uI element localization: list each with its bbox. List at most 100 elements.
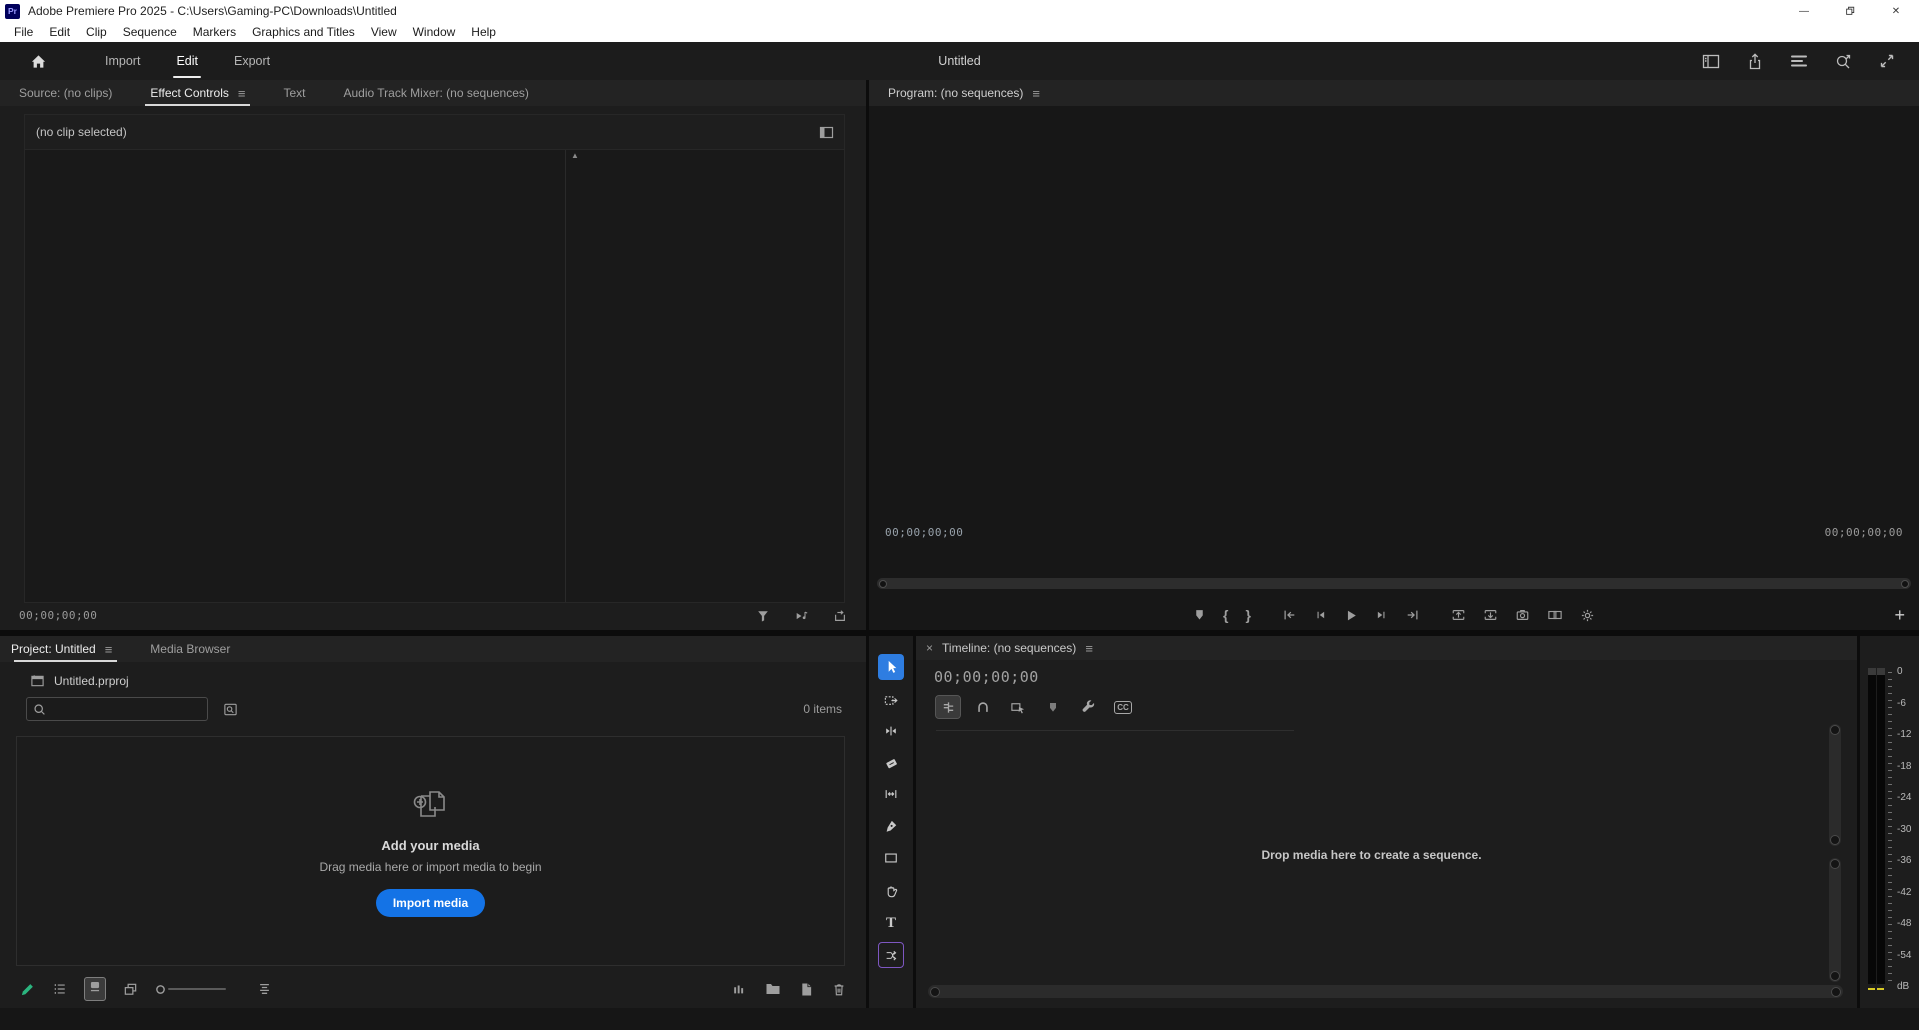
razor-tool[interactable] (878, 750, 904, 776)
slip-tool[interactable] (878, 781, 904, 807)
pen-tool[interactable] (878, 813, 904, 839)
comparison-view-icon[interactable] (1547, 608, 1563, 622)
effect-controls-timecode[interactable]: 00;00;00;00 (19, 609, 97, 622)
workspaces-icon[interactable] (1790, 54, 1808, 68)
timeline-horizontal-scrollbar[interactable] (928, 985, 1843, 998)
video-tracks-scrollbar[interactable] (1829, 724, 1841, 846)
home-icon[interactable] (30, 53, 47, 70)
seek-handle-right[interactable] (1901, 580, 1909, 588)
media-drop-zone[interactable]: Add your media Drag media here or import… (16, 736, 845, 966)
menu-view[interactable]: View (363, 25, 405, 39)
tab-import[interactable]: Import (87, 42, 158, 80)
scroll-handle[interactable] (1830, 859, 1840, 869)
menu-window[interactable]: Window (405, 25, 464, 39)
list-view-icon[interactable] (52, 982, 67, 996)
export-frame-icon[interactable] (1515, 608, 1530, 622)
zoom-track[interactable] (168, 988, 226, 990)
scroll-up-icon[interactable]: ▲ (571, 151, 579, 160)
ripple-edit-tool[interactable] (878, 718, 904, 744)
tab-project[interactable]: Project: Untitled ≡ (0, 636, 131, 662)
panel-menu-icon[interactable]: ≡ (238, 86, 246, 101)
scroll-handle[interactable] (1830, 725, 1840, 735)
new-item-icon[interactable] (800, 982, 813, 997)
audio-meters-panel[interactable]: 0 -6 -12 -18 -24 -30 -36 -42 -48 -54 dB (1860, 636, 1919, 1008)
mark-out-icon[interactable]: } (1246, 607, 1251, 623)
filter-icon[interactable] (756, 609, 770, 623)
menu-clip[interactable]: Clip (78, 25, 115, 39)
quick-search-icon[interactable] (1835, 53, 1852, 70)
remix-tool[interactable] (878, 942, 904, 968)
captions-icon[interactable]: CC (1111, 696, 1135, 718)
selection-tool[interactable] (878, 654, 904, 680)
add-marker-icon[interactable] (1193, 608, 1206, 622)
snap-icon[interactable] (971, 696, 995, 718)
sort-icon[interactable] (257, 982, 272, 996)
track-select-forward-tool[interactable] (878, 687, 904, 713)
panel-menu-icon[interactable]: ≡ (105, 642, 113, 657)
delete-icon[interactable] (832, 982, 846, 997)
hand-tool[interactable] (878, 878, 904, 904)
program-seek-bar[interactable] (877, 578, 1911, 589)
button-editor-plus[interactable]: + (1894, 600, 1905, 630)
go-to-in-icon[interactable] (1282, 608, 1297, 622)
play-around-icon[interactable] (794, 609, 809, 623)
mark-in-icon[interactable]: { (1223, 607, 1228, 623)
zoom-handle-left[interactable] (930, 987, 940, 997)
add-marker-icon[interactable] (1041, 696, 1065, 718)
search-input[interactable] (51, 701, 201, 717)
nest-sequences-toggle[interactable] (936, 696, 960, 718)
tab-media-browser[interactable]: Media Browser (131, 636, 249, 662)
rectangle-tool[interactable] (878, 845, 904, 871)
extract-icon[interactable] (1483, 608, 1498, 622)
close-panel-icon[interactable]: × (926, 641, 933, 655)
step-forward-icon[interactable] (1375, 608, 1388, 622)
seek-handle-left[interactable] (879, 580, 887, 588)
lift-icon[interactable] (1451, 608, 1466, 622)
loop-playback-icon[interactable] (833, 609, 847, 623)
project-writable-icon[interactable] (20, 982, 35, 997)
linked-selection-icon[interactable] (1006, 696, 1030, 718)
tab-text[interactable]: Text (264, 80, 324, 106)
play-icon[interactable] (1344, 608, 1358, 623)
panel-menu-icon[interactable]: ≡ (1085, 641, 1093, 656)
audio-tracks-scrollbar[interactable] (1829, 858, 1841, 982)
timeline-tab-label[interactable]: Timeline: (no sequences) (942, 641, 1076, 655)
minimize-button[interactable]: — (1781, 0, 1827, 22)
search-box[interactable] (26, 697, 208, 721)
menu-file[interactable]: File (6, 25, 41, 39)
zoom-handle-right[interactable] (1831, 987, 1841, 997)
menu-sequence[interactable]: Sequence (115, 25, 185, 39)
program-current-timecode[interactable]: 00;00;00;00 (885, 526, 963, 539)
timeline-timecode[interactable]: 00;00;00;00 (934, 668, 1039, 686)
panel-menu-icon[interactable]: ≡ (1032, 86, 1040, 101)
menu-help[interactable]: Help (463, 25, 504, 39)
go-to-out-icon[interactable] (1405, 608, 1420, 622)
import-media-button[interactable]: Import media (376, 889, 485, 917)
scroll-handle[interactable] (1830, 971, 1840, 981)
close-button[interactable]: ✕ (1873, 0, 1919, 22)
tab-source[interactable]: Source: (no clips) (0, 80, 131, 106)
timeline-settings-icon[interactable] (1076, 696, 1100, 718)
tab-audio-track-mixer[interactable]: Audio Track Mixer: (no sequences) (324, 80, 547, 106)
menu-markers[interactable]: Markers (185, 25, 244, 39)
automate-to-sequence-icon[interactable] (732, 982, 746, 996)
scroll-handle[interactable] (1830, 835, 1840, 845)
tab-effect-controls[interactable]: Effect Controls ≡ (131, 80, 264, 106)
menu-edit[interactable]: Edit (41, 25, 78, 39)
menu-graphics-titles[interactable]: Graphics and Titles (244, 25, 363, 39)
freeform-view-icon[interactable] (123, 982, 138, 997)
step-back-icon[interactable] (1314, 608, 1327, 622)
tab-export[interactable]: Export (216, 42, 288, 80)
type-tool[interactable]: T (878, 910, 904, 936)
fullscreen-icon[interactable] (1879, 53, 1895, 69)
project-file-row[interactable]: Untitled.prproj (0, 662, 866, 688)
tab-program[interactable]: Program: (no sequences) ≡ (869, 80, 1059, 106)
create-search-bin-icon[interactable] (223, 702, 238, 717)
settings-icon[interactable] (1580, 608, 1595, 623)
thumbnail-zoom-slider[interactable] (155, 984, 226, 995)
restore-button[interactable] (1827, 0, 1873, 22)
share-icon[interactable] (1747, 53, 1763, 70)
collapse-panel-icon[interactable] (819, 126, 834, 139)
tab-edit[interactable]: Edit (158, 42, 216, 80)
new-bin-icon[interactable] (765, 982, 781, 996)
